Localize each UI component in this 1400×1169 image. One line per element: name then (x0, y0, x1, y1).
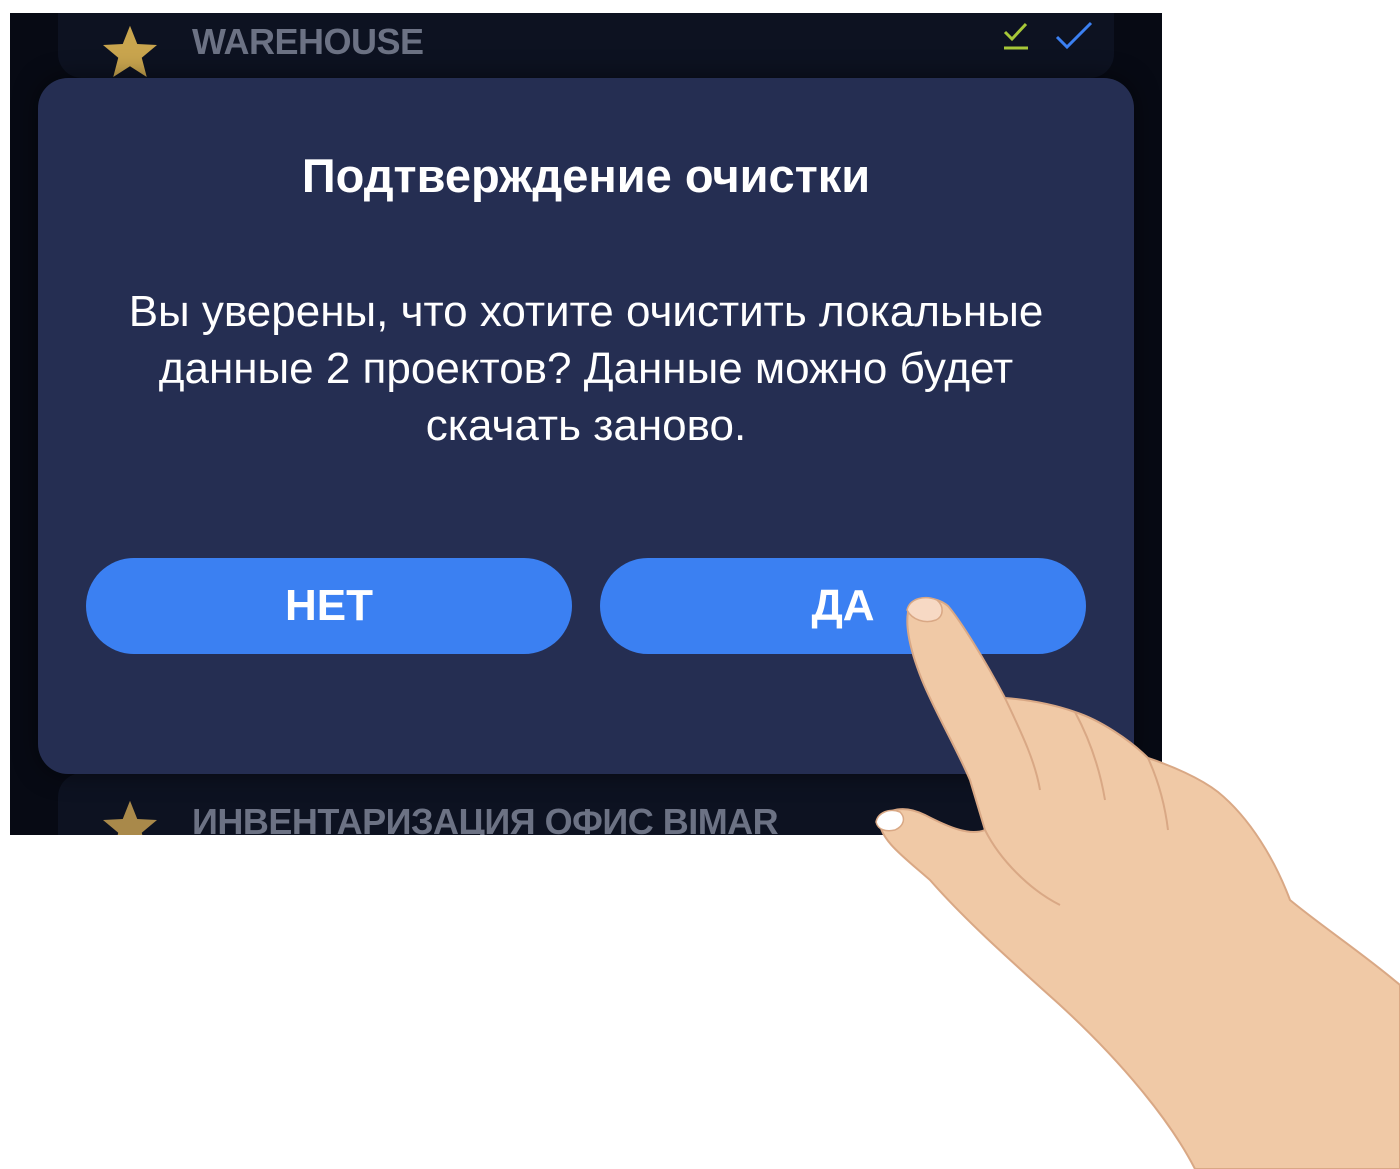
dialog-message: Вы уверены, что хотите очистить локальны… (128, 287, 1044, 450)
star-icon[interactable] (100, 23, 160, 81)
confirm-clear-dialog: Подтверждение очистки Вы уверены, что хо… (38, 78, 1134, 774)
app-screen: WAREHOUSE ИНВЕНТАРИЗАЦИЯ ОФИС BIMAR Подт… (10, 13, 1162, 835)
synced-check-icon (1055, 21, 1093, 50)
dialog-title: Подтверждение очистки (301, 149, 871, 202)
no-button[interactable]: НЕТ (86, 558, 572, 654)
project-title: ИНВЕНТАРИЗАЦИЯ ОФИС BIMAR (192, 801, 779, 835)
project-list-item[interactable]: WAREHOUSE (58, 13, 1114, 78)
project-status-icons (1000, 20, 1094, 54)
project-title: WAREHOUSE (192, 21, 424, 62)
project-list-item[interactable]: ИНВЕНТАРИЗАЦИЯ ОФИС BIMAR (58, 773, 1114, 835)
yes-button[interactable]: ДА (600, 558, 1086, 654)
star-icon[interactable] (100, 798, 160, 835)
downloaded-check-icon (1003, 22, 1028, 50)
